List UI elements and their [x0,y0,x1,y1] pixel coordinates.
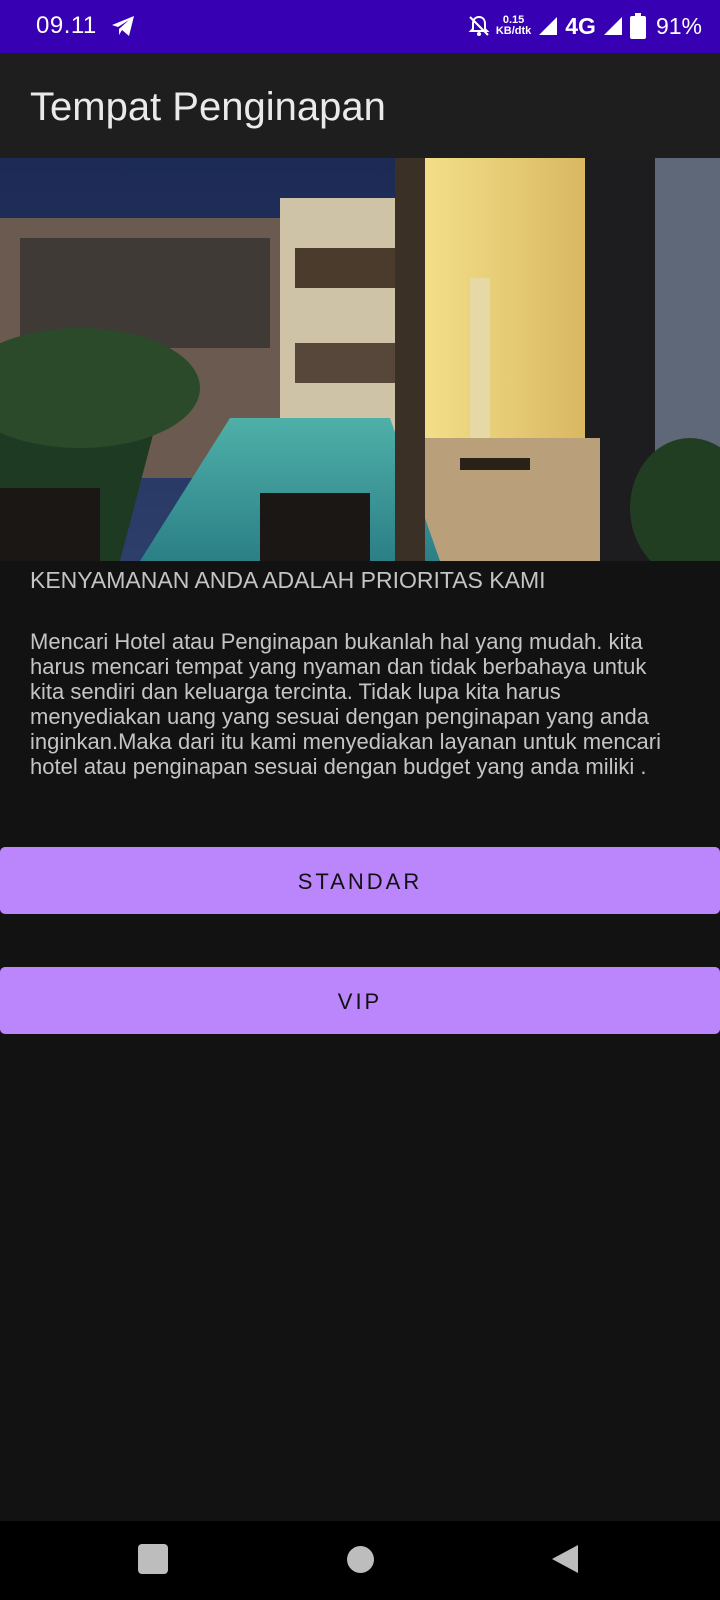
status-icons: 0.15 KB/dtk 4G 91% [468,9,702,43]
bell-off-icon [468,15,490,36]
network-speed: 0.15 KB/dtk [496,15,531,37]
status-bar: 09.11 0.15 KB/dtk 4G 91% [0,0,720,53]
telegram-icon [112,16,134,36]
battery-icon [629,13,646,39]
net-speed-unit: KB/dtk [495,25,532,37]
signal-icon [539,17,558,35]
tagline: KENYAMANAN ANDA ADALAH PRIORITAS KAMI [30,567,546,593]
back-triangle-icon[interactable] [548,1543,580,1575]
home-circle-icon[interactable] [347,1546,374,1573]
status-time: 09.11 [36,12,97,39]
recents-square-icon[interactable] [138,1544,168,1574]
network-type: 4G [565,12,596,39]
description: Mencari Hotel atau Penginapan bukanlah h… [30,629,662,779]
app-bar: Tempat Penginapan [0,53,720,158]
vip-button[interactable]: VIP [0,967,720,1034]
standar-button[interactable]: STANDAR [0,847,720,914]
page-title: Tempat Penginapan [30,85,386,129]
hotel-pool-image [0,158,720,561]
battery-percentage: 91% [655,12,702,39]
navigation-bar [0,1521,720,1600]
signal-icon-2 [603,17,622,35]
